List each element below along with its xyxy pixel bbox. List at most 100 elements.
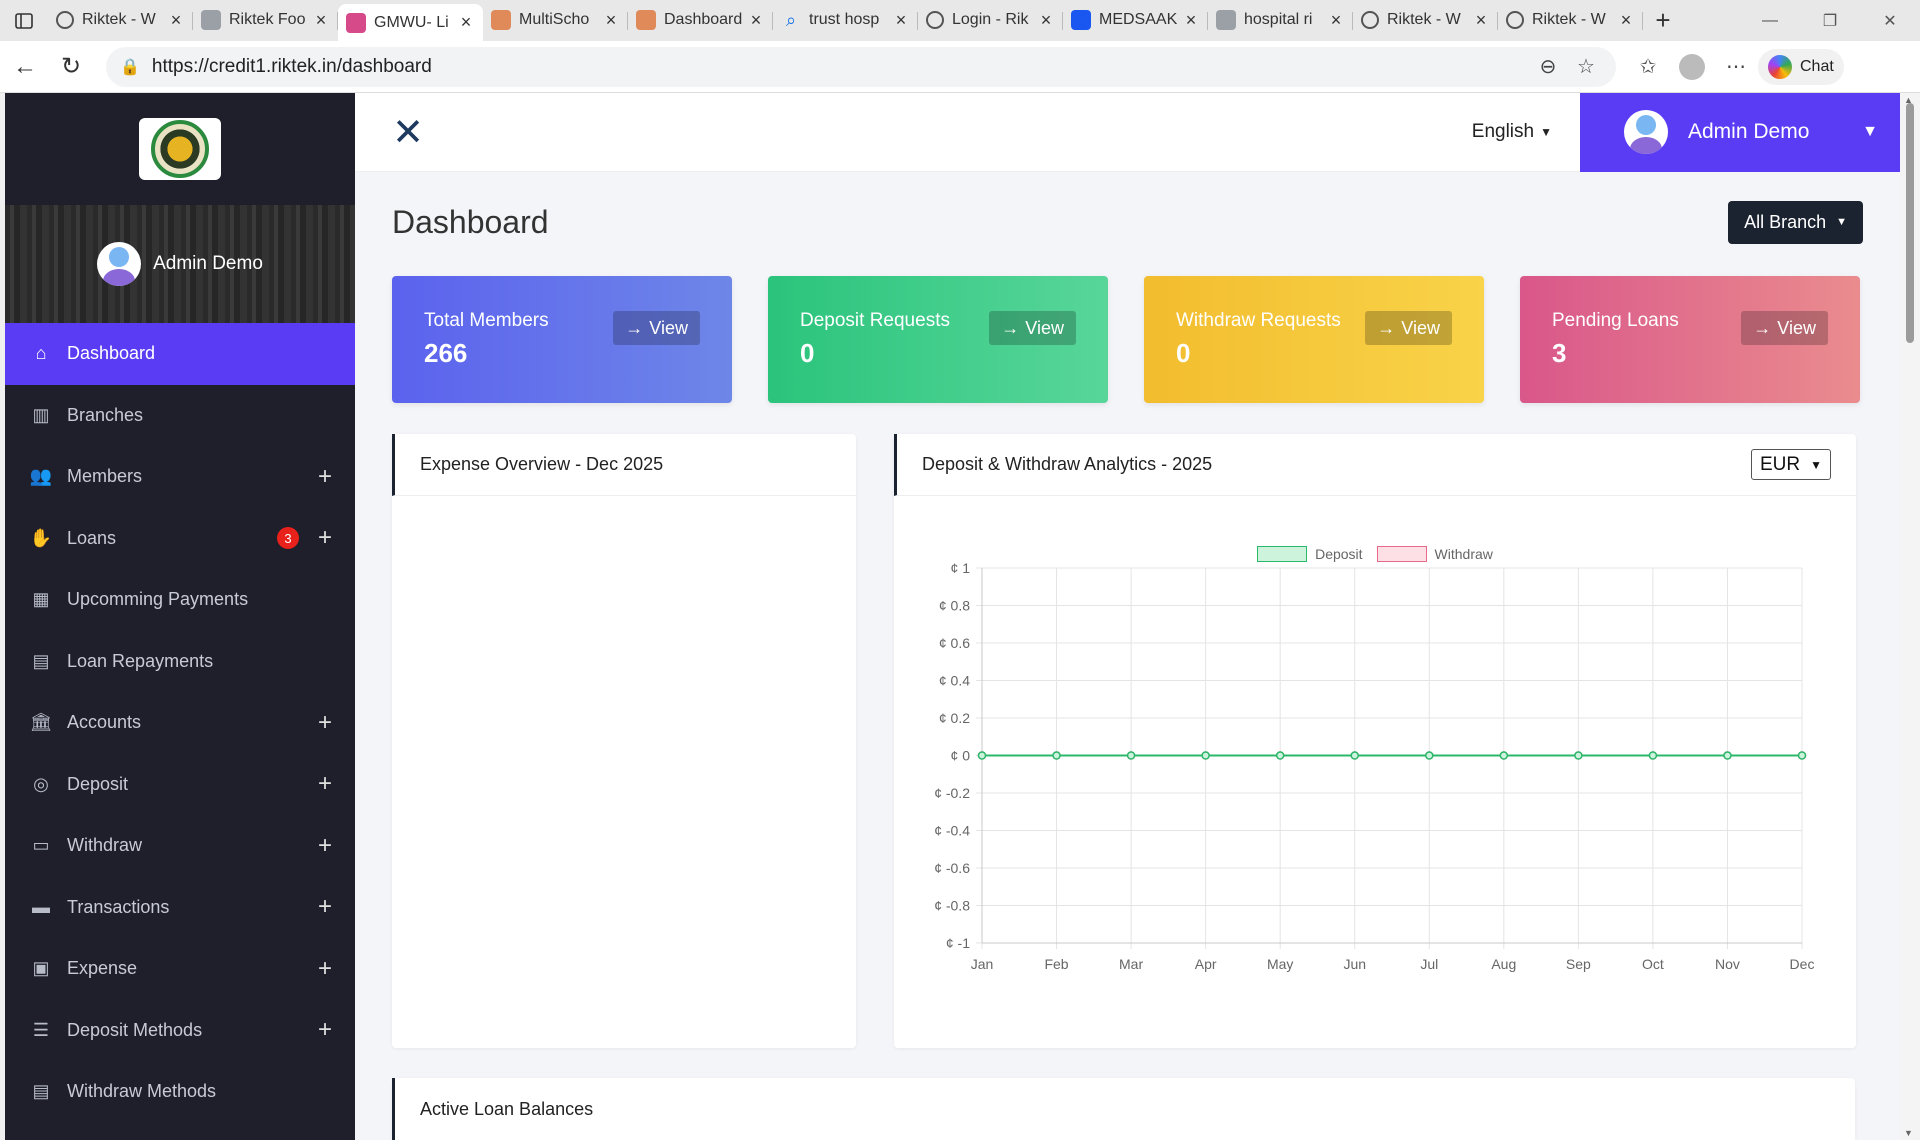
tab-close-icon[interactable]: ×: [1617, 10, 1635, 31]
reload-icon[interactable]: ↻: [48, 44, 94, 90]
browser-tab[interactable]: Riktek Foo ×: [193, 4, 338, 36]
restore-icon[interactable]: ❐: [1800, 0, 1860, 41]
tab-close-icon[interactable]: ×: [457, 12, 475, 33]
x-tick-label: Aug: [1491, 956, 1516, 972]
sidebar-item-accounts[interactable]: 🏛 Accounts +: [5, 692, 355, 754]
sidebar-item-upcomming-payments[interactable]: ▦ Upcomming Payments: [5, 569, 355, 631]
browser-tab[interactable]: Riktek - W ×: [48, 4, 193, 36]
top-bar: ✕ English ▼ Admin Demo ▼: [355, 93, 1900, 172]
reader-icon[interactable]: ⊖: [1532, 54, 1564, 79]
expand-plus-icon[interactable]: +: [315, 709, 335, 737]
sidebar-item-loans[interactable]: ✋ Loans 3 +: [5, 508, 355, 570]
sidebar-item-withdraw[interactable]: ▭ Withdraw +: [5, 815, 355, 877]
language-dropdown[interactable]: English ▼: [1472, 121, 1552, 143]
sidebar-item-loan-repayments[interactable]: ▤ Loan Repayments: [5, 631, 355, 693]
sidebar-item-label: Members: [67, 466, 143, 487]
sidebar-item-branches[interactable]: ▥ Branches: [5, 385, 355, 447]
site-icon: [636, 10, 656, 30]
browser-tab[interactable]: MEDSAAK ×: [1063, 4, 1208, 36]
profile-avatar-icon[interactable]: [1679, 53, 1705, 80]
data-point-deposit: [1499, 751, 1509, 760]
chat-button[interactable]: Chat: [1758, 48, 1844, 85]
view-button[interactable]: → View: [1741, 311, 1828, 345]
browser-tab[interactable]: Dashboard ×: [628, 4, 773, 36]
x-tick-label: Jun: [1343, 956, 1366, 972]
browser-tab[interactable]: Riktek - W ×: [1353, 4, 1498, 36]
building-icon: ▥: [32, 404, 50, 425]
tab-close-icon[interactable]: ×: [602, 10, 620, 31]
currency-select[interactable]: EUR ▼: [1750, 449, 1831, 480]
tab-title: MEDSAAK: [1099, 11, 1178, 28]
tab-close-icon[interactable]: ×: [1037, 10, 1055, 31]
copilot-icon: [1768, 54, 1792, 79]
sidebar-item-members[interactable]: 👥 Members +: [5, 446, 355, 508]
page-scrollbar[interactable]: ▲ ▼: [1900, 93, 1920, 1140]
site-icon: [491, 10, 511, 30]
data-point-deposit: [977, 751, 987, 760]
view-button-label: View: [1401, 317, 1440, 338]
expense-overview-panel: Expense Overview - Dec 2025: [392, 434, 856, 1048]
union-seal-icon: [151, 120, 209, 178]
tab-close-icon[interactable]: ×: [1182, 10, 1200, 31]
tab-close-icon[interactable]: ×: [1472, 10, 1490, 31]
expand-plus-icon[interactable]: +: [315, 955, 335, 983]
new-tab-button[interactable]: +: [1643, 5, 1683, 36]
scroll-thumb[interactable]: [1906, 103, 1914, 343]
analytics-chart: Deposit Withdraw ¢ 1 ¢ 0.8 ¢ 0.6 ¢ 0.4 ¢ 0.2 ¢…: [894, 496, 1856, 1048]
y-tick-label: ¢ 0.8: [939, 598, 970, 614]
browser-tab[interactable]: Login - Rik ×: [918, 4, 1063, 36]
tab-close-icon[interactable]: ×: [1327, 10, 1345, 31]
more-options-icon[interactable]: ⋯: [1714, 54, 1758, 79]
view-button[interactable]: → View: [1365, 311, 1452, 345]
expand-plus-icon[interactable]: +: [315, 1016, 335, 1044]
close-window-icon[interactable]: ✕: [1860, 0, 1920, 41]
view-button[interactable]: → View: [989, 311, 1076, 345]
sidebar-item-label: Dashboard: [67, 343, 156, 364]
browser-tab[interactable]: Riktek - W ×: [1498, 4, 1643, 36]
x-tick-label: Jul: [1420, 956, 1438, 972]
sidebar-item-label: Transactions: [67, 896, 170, 917]
sidebar-item-deposit[interactable]: ◎ Deposit +: [5, 754, 355, 816]
arrow-right-icon: →: [1001, 317, 1020, 338]
browser-tab[interactable]: ⌕ trust hosp ×: [773, 4, 918, 36]
user-menu[interactable]: Admin Demo ▼: [1580, 93, 1900, 172]
avatar: [97, 242, 142, 286]
tab-close-icon[interactable]: ×: [747, 10, 765, 31]
expand-plus-icon[interactable]: +: [315, 463, 335, 491]
expand-plus-icon[interactable]: +: [315, 893, 335, 921]
branch-dropdown-button[interactable]: All Branch ▼: [1728, 200, 1863, 244]
sidebar-item-transactions[interactable]: ▬ Transactions +: [5, 877, 355, 939]
sidebar-item-dashboard[interactable]: ⌂ Dashboard: [5, 323, 355, 385]
sidebar: Admin Demo ⌂ Dashboard ▥ Branches 👥 Members + ✋…: [5, 93, 355, 1140]
toggle-sidebar-close-icon[interactable]: ✕: [373, 110, 443, 155]
brand-logo[interactable]: [139, 118, 221, 180]
minimize-icon[interactable]: —: [1740, 0, 1800, 41]
view-button[interactable]: → View: [613, 311, 700, 345]
url-field[interactable]: 🔒 https://credit1.riktek.in/dashboard ⊖ …: [106, 46, 1616, 87]
tab-title: Riktek - W: [1532, 11, 1606, 28]
data-point-deposit: [1275, 751, 1285, 760]
back-icon[interactable]: ←: [2, 44, 48, 90]
tab-title: Login - Rik: [952, 11, 1029, 28]
expand-plus-icon[interactable]: +: [315, 770, 335, 798]
expand-plus-icon[interactable]: +: [315, 832, 335, 860]
sidebar-item-deposit-methods[interactable]: ☰ Deposit Methods +: [5, 1000, 355, 1062]
tab-close-icon[interactable]: ×: [167, 10, 185, 31]
window-controls: — ❐ ✕: [1740, 0, 1920, 41]
tab-close-icon[interactable]: ×: [312, 10, 330, 31]
bank-icon: 🏛: [29, 712, 53, 733]
browser-tab[interactable]: GMWU- Li ×: [338, 4, 483, 41]
tab-actions-icon[interactable]: [0, 0, 48, 41]
sidebar-item-withdraw-methods[interactable]: ▤ Withdraw Methods: [5, 1061, 355, 1123]
browser-tab[interactable]: hospital ri ×: [1208, 4, 1353, 36]
line-chart: ¢ 1 ¢ 0.8 ¢ 0.6 ¢ 0.4 ¢ 0.2 ¢ 0 ¢ -0.2 ¢ -0.4 ¢ …: [934, 560, 1814, 972]
expand-plus-icon[interactable]: +: [315, 524, 335, 552]
scroll-down-icon[interactable]: ▼: [1904, 1128, 1913, 1138]
sidebar-item-expense[interactable]: ▣ Expense +: [5, 938, 355, 1000]
favorites-icon[interactable]: ✩: [1626, 54, 1670, 79]
address-bar: ← ↻ 🔒 https://credit1.riktek.in/dashboar…: [0, 41, 1920, 93]
favorite-star-icon[interactable]: ☆: [1570, 54, 1602, 79]
tab-close-icon[interactable]: ×: [892, 10, 910, 31]
y-tick-label: ¢ 0.2: [939, 710, 970, 726]
browser-tab[interactable]: MultiScho ×: [483, 4, 628, 36]
